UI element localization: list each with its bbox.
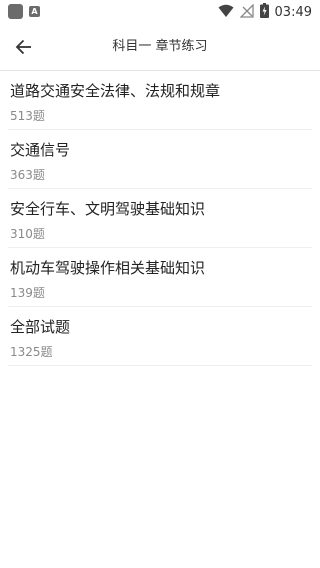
- status-bar: A 03:49: [0, 0, 320, 24]
- chapter-title: 安全行车、文明驾驶基础知识: [10, 200, 206, 218]
- no-signal-icon: [238, 3, 254, 22]
- page-title: 科目一 章节练习: [112, 39, 208, 54]
- chapter-title: 机动车驾驶操作相关基础知识: [10, 259, 206, 277]
- chapter-item-safe-driving[interactable]: 安全行车、文明驾驶基础知识 310题: [8, 189, 312, 248]
- app-notification-icon: [8, 4, 23, 19]
- chapter-item-all-questions[interactable]: 全部试题 1325题: [8, 307, 312, 366]
- a-notification-icon: A: [29, 6, 40, 17]
- chapter-title: 道路交通安全法律、法规和规章: [10, 82, 221, 100]
- battery-charging-icon: [259, 3, 269, 22]
- chapter-question-count: 363题: [10, 168, 45, 182]
- chapter-title: 全部试题: [10, 318, 71, 336]
- chapter-item-laws[interactable]: 道路交通安全法律、法规和规章 513题: [8, 71, 312, 130]
- chapter-question-count: 310题: [10, 227, 45, 241]
- chapter-question-count: 139题: [10, 286, 45, 300]
- status-bar-left: A: [8, 4, 40, 19]
- chapter-item-vehicle-operation[interactable]: 机动车驾驶操作相关基础知识 139题: [8, 248, 312, 307]
- wifi-icon: [218, 3, 234, 22]
- chapter-question-count: 513题: [10, 109, 45, 123]
- status-time: 03:49: [274, 4, 312, 20]
- chapter-item-signals[interactable]: 交通信号 363题: [8, 130, 312, 189]
- chapter-list: 道路交通安全法律、法规和规章 513题 交通信号 363题 安全行车、文明驾驶基…: [0, 71, 320, 366]
- chapter-question-count: 1325题: [10, 345, 53, 359]
- status-bar-right: 03:49: [218, 3, 312, 22]
- toolbar: 科目一 章节练习: [0, 24, 320, 71]
- chapter-title: 交通信号: [10, 141, 71, 159]
